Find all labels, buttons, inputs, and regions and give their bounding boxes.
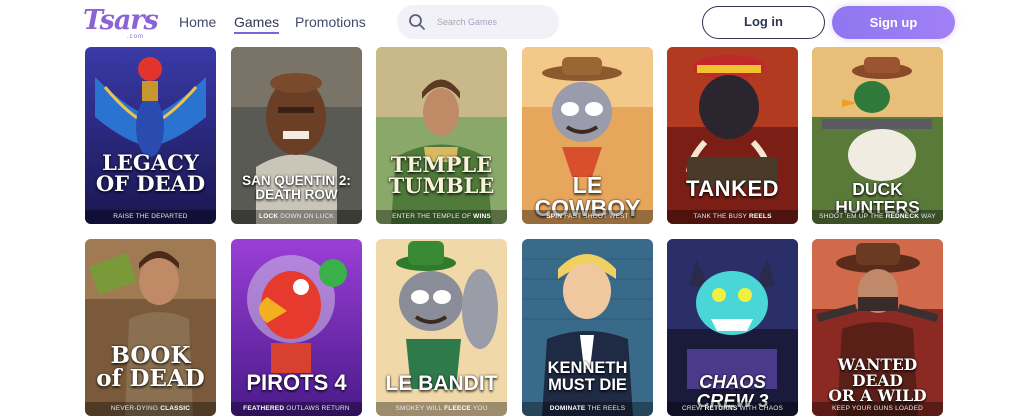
login-button[interactable]: Log in [702,6,825,39]
game-artwork [85,47,216,224]
tag-text: FAST SHOOT WEST [564,213,629,220]
game-tagline: DOMINATE THE REELS [522,402,653,416]
tag-bold: RETURNS [704,405,738,412]
tag-text: SHOOT 'EM UP THE [819,213,884,220]
tag-bold: FLEECE [444,405,471,412]
search-input[interactable] [437,14,549,30]
game-tagline: SPIN FAST SHOOT WEST [522,210,653,224]
logo-subtext: .com [127,34,145,40]
game-tagline: FEATHERED OUTLAWS RETURN [231,402,362,416]
game-tile-le-bandit[interactable]: LE BANDIT SMOKEY WILL FLEECE YOU [376,239,507,416]
game-title-line: DEATH ROW [255,186,338,202]
game-title-line: of DEAD [96,365,205,392]
game-title-line: PIROTS 4 [246,370,347,395]
game-tagline: ENTER THE TEMPLE OF WINS [376,210,507,224]
tag-text: ENTER THE TEMPLE OF [392,213,472,220]
tag-text: KEEP YOUR GUNS LOADED [831,405,923,412]
tag-text: WITH CHAOS [739,405,784,412]
tag-text: THE REELS [587,405,626,412]
site-logo[interactable]: Tsars .com [83,6,159,41]
tag-text: YOU [472,405,488,412]
game-tagline: CREW RETURNS WITH CHAOS [667,402,798,416]
site-header: Tsars .com Home Games Promotions Log in … [0,0,1024,44]
game-title-line: OF DEAD [95,171,206,196]
logo-text: Tsars [83,5,159,36]
game-title-line: WANTED DEAD [837,355,918,390]
game-tile-le-cowboy[interactable]: LE COWBOY SPIN FAST SHOOT WEST [522,47,653,224]
game-tagline: RAISE THE DEPARTED [85,210,216,224]
tag-text: WAY [921,213,936,220]
game-title-line: LEGACY [102,150,199,175]
game-tagline: SMOKEY WILL FLEECE YOU [376,402,507,416]
game-tile-book-of-dead[interactable]: BOOK of DEAD NEVER-DYING CLASSIC [85,239,216,416]
tag-bold: FEATHERED [243,405,285,412]
signup-button[interactable]: Sign up [832,6,955,39]
game-tile-temple-tumble[interactable]: TEMPLE TUMBLE ENTER THE TEMPLE OF WINS [376,47,507,224]
game-tagline: KEEP YOUR GUNS LOADED [812,402,943,416]
game-tile-chaos-crew-3[interactable]: CHAOS CREW 3 CREW RETURNS WITH CHAOS [667,239,798,416]
tag-bold: SPIN [546,213,563,220]
nav-promotions[interactable]: Promotions [295,13,366,31]
tag-text: THE DEPARTED [135,213,188,220]
game-title-line: TEMPLE [390,152,493,177]
game-title-line: TANKED [685,176,780,201]
nav-games[interactable]: Games [234,13,280,34]
game-title-line: SAN QUENTIN 2: [242,173,351,188]
search-icon[interactable] [408,13,426,31]
tag-bold: DOMINATE [549,405,586,412]
game-tagline: LOCK DOWN ON LUCK [231,210,362,224]
game-tagline: NEVER-DYING CLASSIC [85,402,216,416]
game-tile-tanked[interactable]: TANKED TANK THE BUSY REELS [667,47,798,224]
game-tile-legacy-of-dead[interactable]: LEGACY OF DEAD RAISE THE DEPARTED [85,47,216,224]
tag-bold: WINS [473,213,491,220]
game-tile-kenneth-must-die[interactable]: KENNETH MUST DIE DOMINATE THE REELS [522,239,653,416]
tag-bold: CLASSIC [160,405,191,412]
tag-text: DOWN ON LUCK [280,213,334,220]
tag-text: SMOKEY WILL [395,405,443,412]
game-title-line: TUMBLE [388,173,495,198]
tag-text: NEVER-DYING [110,405,159,412]
tag-text: TANK THE BUSY [693,213,747,220]
search-box[interactable] [397,5,559,39]
game-tile-san-quentin-2[interactable]: SAN QUENTIN 2: DEATH ROW LOCK DOWN ON LU… [231,47,362,224]
tag-text: RAISE [113,213,134,220]
tag-bold: REELS [748,213,772,220]
game-title-line: BOOK [110,342,191,369]
game-tile-wanted-dead-or-a-wild[interactable]: WANTED DEAD OR A WILD KEEP YOUR GUNS LOA… [812,239,943,416]
tag-text: OUTLAWS RETURN [286,405,350,412]
tag-text: CREW [681,405,703,412]
game-title-line: MUST DIE [548,375,627,394]
game-tile-pirots-4[interactable]: PIROTS 4 FEATHERED OUTLAWS RETURN [231,239,362,416]
game-tile-duck-hunters[interactable]: DUCK HUNTERS SHOOT 'EM UP THE REDNECK WA… [812,47,943,224]
game-tagline: TANK THE BUSY REELS [667,210,798,224]
game-tagline: SHOOT 'EM UP THE REDNECK WAY [812,210,943,224]
game-title-line: LE BANDIT [385,372,498,395]
game-title-line: KENNETH [547,359,628,377]
nav-home[interactable]: Home [179,13,216,31]
tag-bold: LOCK [259,213,279,220]
tag-bold: REDNECK [885,213,920,220]
